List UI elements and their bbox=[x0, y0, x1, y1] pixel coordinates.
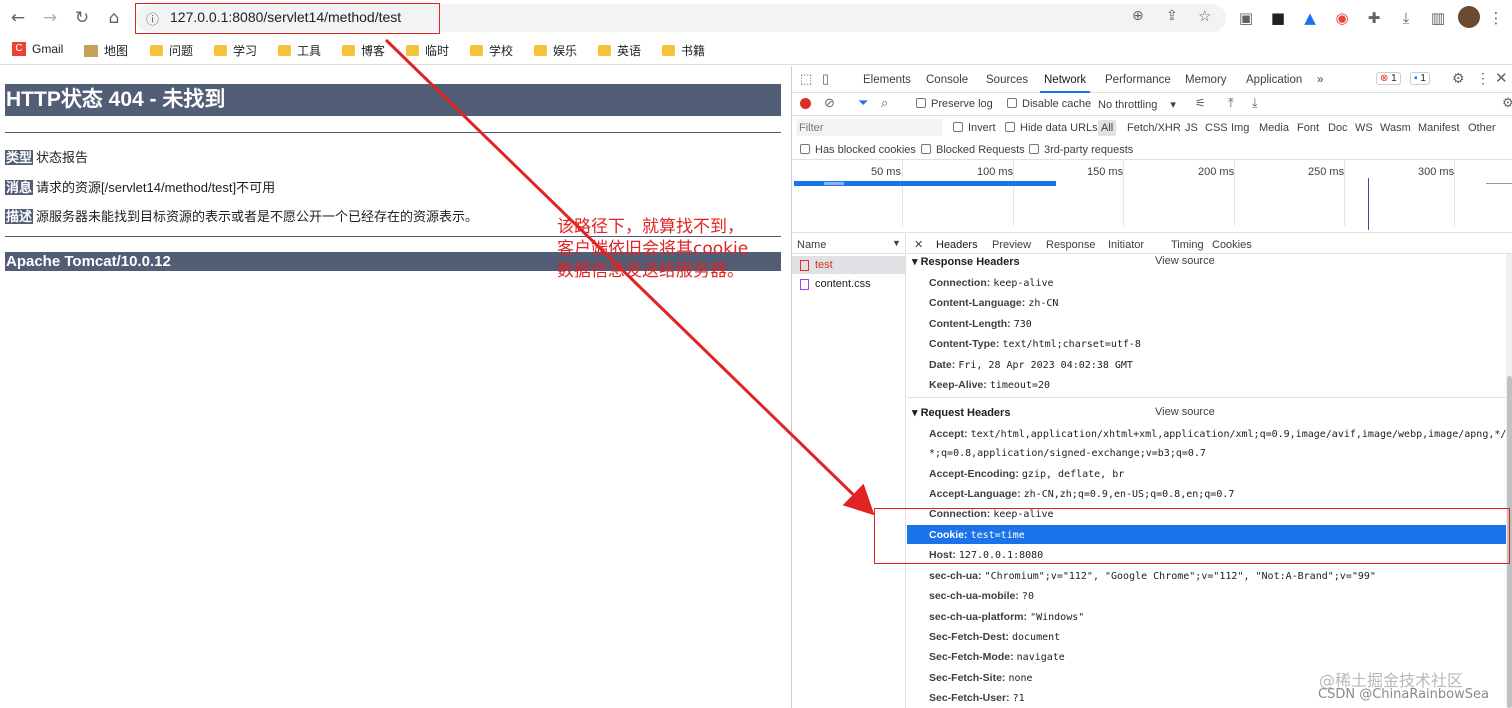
annotation-arrow bbox=[384, 38, 875, 516]
watermark: CSDN @ChinaRainbowSea bbox=[1318, 687, 1489, 702]
arrow-line bbox=[384, 38, 875, 516]
